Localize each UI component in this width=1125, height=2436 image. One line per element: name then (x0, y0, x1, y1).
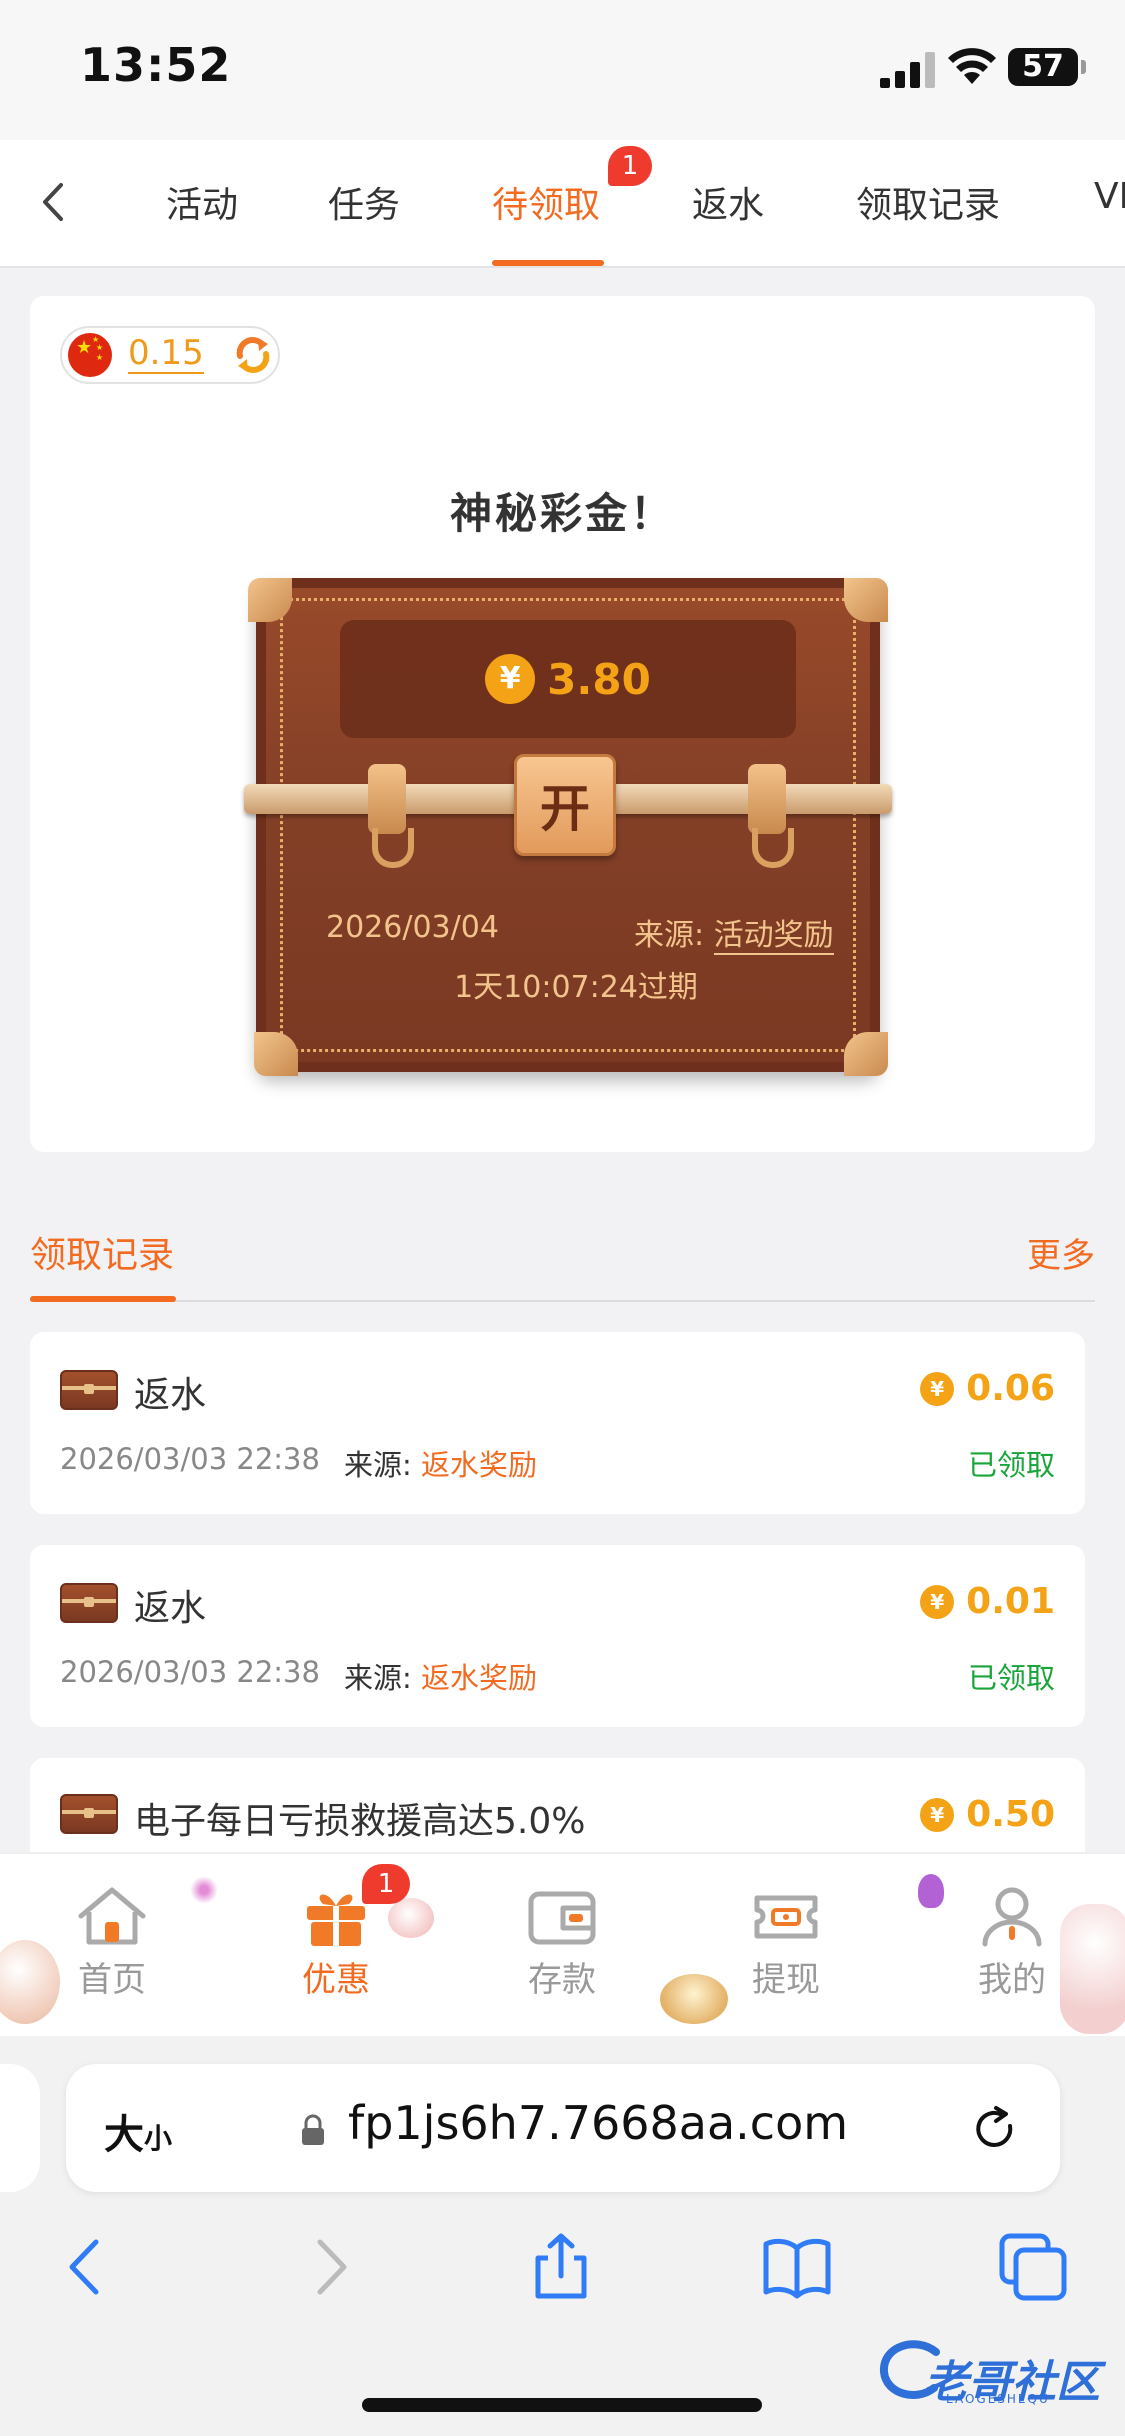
nav-deposit[interactable]: 存款 (492, 1884, 632, 2001)
tab-vip[interactable]: VI (1094, 176, 1125, 217)
bonus-source: 来源: 活动奖励 (634, 918, 834, 955)
back-button[interactable] (28, 172, 78, 232)
nav-withdraw[interactable]: 提现 (716, 1884, 856, 2001)
watermark-logo: 老哥社区 LAOGESHEQU (876, 2336, 1106, 2408)
wifi-icon (948, 48, 996, 84)
china-flag-icon: ★ ★ ★ ★ (68, 333, 112, 377)
balance-pill: ★ ★ ★ ★ 0.15 (60, 326, 280, 384)
status-time: 13:52 (80, 38, 232, 92)
yen-coin-icon: ¥ (920, 1584, 955, 1619)
mystery-title: 神秘彩金！ (449, 489, 675, 538)
tabs-icon[interactable] (998, 2232, 1068, 2302)
back-arrow-icon[interactable] (52, 2232, 122, 2302)
previous-tab-peek[interactable] (0, 2064, 40, 2192)
chest-amount: ¥ 3.80 (340, 620, 796, 738)
bottom-nav: 首页 优惠 1 存款 提现 我的 (0, 1852, 1125, 2038)
record-amount: ¥ 0.01 (920, 1581, 1055, 1622)
chest-icon (60, 1794, 118, 1834)
treasure-chest[interactable]: ¥ 3.80 2026/03/04 来源: 活动奖励 1天10:07:24过期 … (244, 578, 908, 1082)
cellular-signal-icon (880, 52, 935, 88)
bonus-amount: 3.80 (547, 654, 651, 704)
home-icon (78, 1887, 146, 1945)
chest-icon (60, 1583, 118, 1623)
record-item[interactable]: 返水 ¥ 0.01 2026/03/03 22:38 来源: 返水奖励 已领取 (30, 1545, 1085, 1727)
chest-corner (844, 578, 888, 622)
forward-arrow-icon[interactable] (294, 2232, 364, 2302)
nav-withdraw-label: 提现 (752, 1960, 820, 2000)
record-status: 已领取 (967, 1448, 1055, 1482)
user-icon (982, 1887, 1042, 1947)
chevron-left-icon (43, 183, 63, 221)
record-source: 来源: 返水奖励 (344, 1661, 538, 1695)
record-title: 返水 (134, 1588, 207, 1629)
yen-coin-icon: ¥ (920, 1797, 955, 1832)
more-link[interactable]: 更多 (1027, 1228, 1095, 1277)
open-chest-button[interactable]: 开 (514, 754, 616, 856)
chest-latch (368, 764, 406, 834)
record-datetime: 2026/03/03 22:38 (60, 1655, 320, 1689)
record-amount: ¥ 0.06 (920, 1368, 1055, 1409)
home-indicator (362, 2398, 762, 2412)
chest-corner (254, 1032, 298, 1076)
refresh-icon[interactable] (232, 334, 274, 376)
battery-indicator: 57 (1008, 48, 1086, 86)
chest-corner (844, 1032, 888, 1076)
browser-chrome: 大小 fp1js6h7.7668aa.com 老哥社区 LAOGESHEQU (0, 2036, 1125, 2436)
record-title: 返水 (134, 1375, 207, 1416)
lock-icon (302, 2114, 324, 2145)
record-datetime: 2026/03/03 22:38 (60, 1442, 320, 1476)
promotions-badge: 1 (362, 1864, 410, 1904)
bonus-expiry-countdown: 1天10:07:24过期 (454, 970, 698, 1005)
reload-icon[interactable] (970, 2104, 1020, 2154)
chest-icon (60, 1370, 118, 1410)
wallet-icon (528, 1891, 596, 1945)
withdraw-ticket-icon (754, 1895, 818, 1939)
top-tab-bar: 活动 任务 待领取 1 返水 领取记录 VI (0, 140, 1125, 268)
active-tab-indicator (492, 260, 604, 266)
nav-deposit-label: 存款 (528, 1960, 596, 2000)
chest-latch (748, 764, 786, 834)
claim-records-title: 领取记录 (30, 1235, 175, 1276)
nav-profile[interactable]: 我的 (942, 1884, 1082, 2001)
text-size-button[interactable]: 大小 (104, 2102, 172, 2160)
status-bar: 13:52 57 (0, 0, 1125, 140)
pending-count-badge: 1 (608, 146, 652, 186)
url-text[interactable]: fp1js6h7.7668aa.com (348, 2096, 848, 2150)
record-item[interactable]: 返水 ¥ 0.06 2026/03/03 22:38 来源: 返水奖励 已领取 (30, 1332, 1085, 1514)
decor-firework (190, 1876, 218, 1904)
tab-claim-history[interactable]: 领取记录 (856, 176, 1000, 228)
yen-coin-icon: ¥ (920, 1371, 955, 1406)
nav-home[interactable]: 首页 (42, 1884, 182, 2001)
bonus-source-value: 活动奖励 (713, 918, 834, 955)
record-amount: ¥ 0.50 (920, 1794, 1055, 1835)
tab-pending[interactable]: 待领取 (492, 176, 600, 228)
tab-activities[interactable]: 活动 (166, 176, 238, 228)
tab-tasks[interactable]: 任务 (328, 176, 400, 228)
tab-rebate[interactable]: 返水 (692, 176, 764, 228)
bonus-date: 2026/03/04 (326, 910, 499, 945)
nav-promotions-label: 优惠 (302, 1960, 370, 2000)
record-item[interactable]: 电子每日亏损救援高达5.0% ¥ 0.50 (30, 1758, 1085, 1852)
bookmarks-icon[interactable] (762, 2232, 832, 2302)
address-bar[interactable]: 大小 fp1js6h7.7668aa.com (66, 2064, 1060, 2192)
mystery-bonus-card: ★ ★ ★ ★ 0.15 神秘彩金！ ¥ 3.80 2026/03/04 来源:… (30, 296, 1095, 1152)
record-title: 电子每日亏损救援高达5.0% (134, 1801, 586, 1842)
balance-value: 0.15 (128, 333, 204, 374)
claim-records-header: 领取记录 更多 (30, 1218, 1095, 1302)
decor-lantern (918, 1874, 944, 1908)
record-status: 已领取 (967, 1661, 1055, 1695)
record-source: 来源: 返水奖励 (344, 1448, 538, 1482)
nav-profile-label: 我的 (978, 1960, 1046, 2000)
nav-home-label: 首页 (78, 1960, 146, 2000)
yen-coin-icon: ¥ (485, 654, 536, 704)
share-icon[interactable] (526, 2232, 596, 2302)
